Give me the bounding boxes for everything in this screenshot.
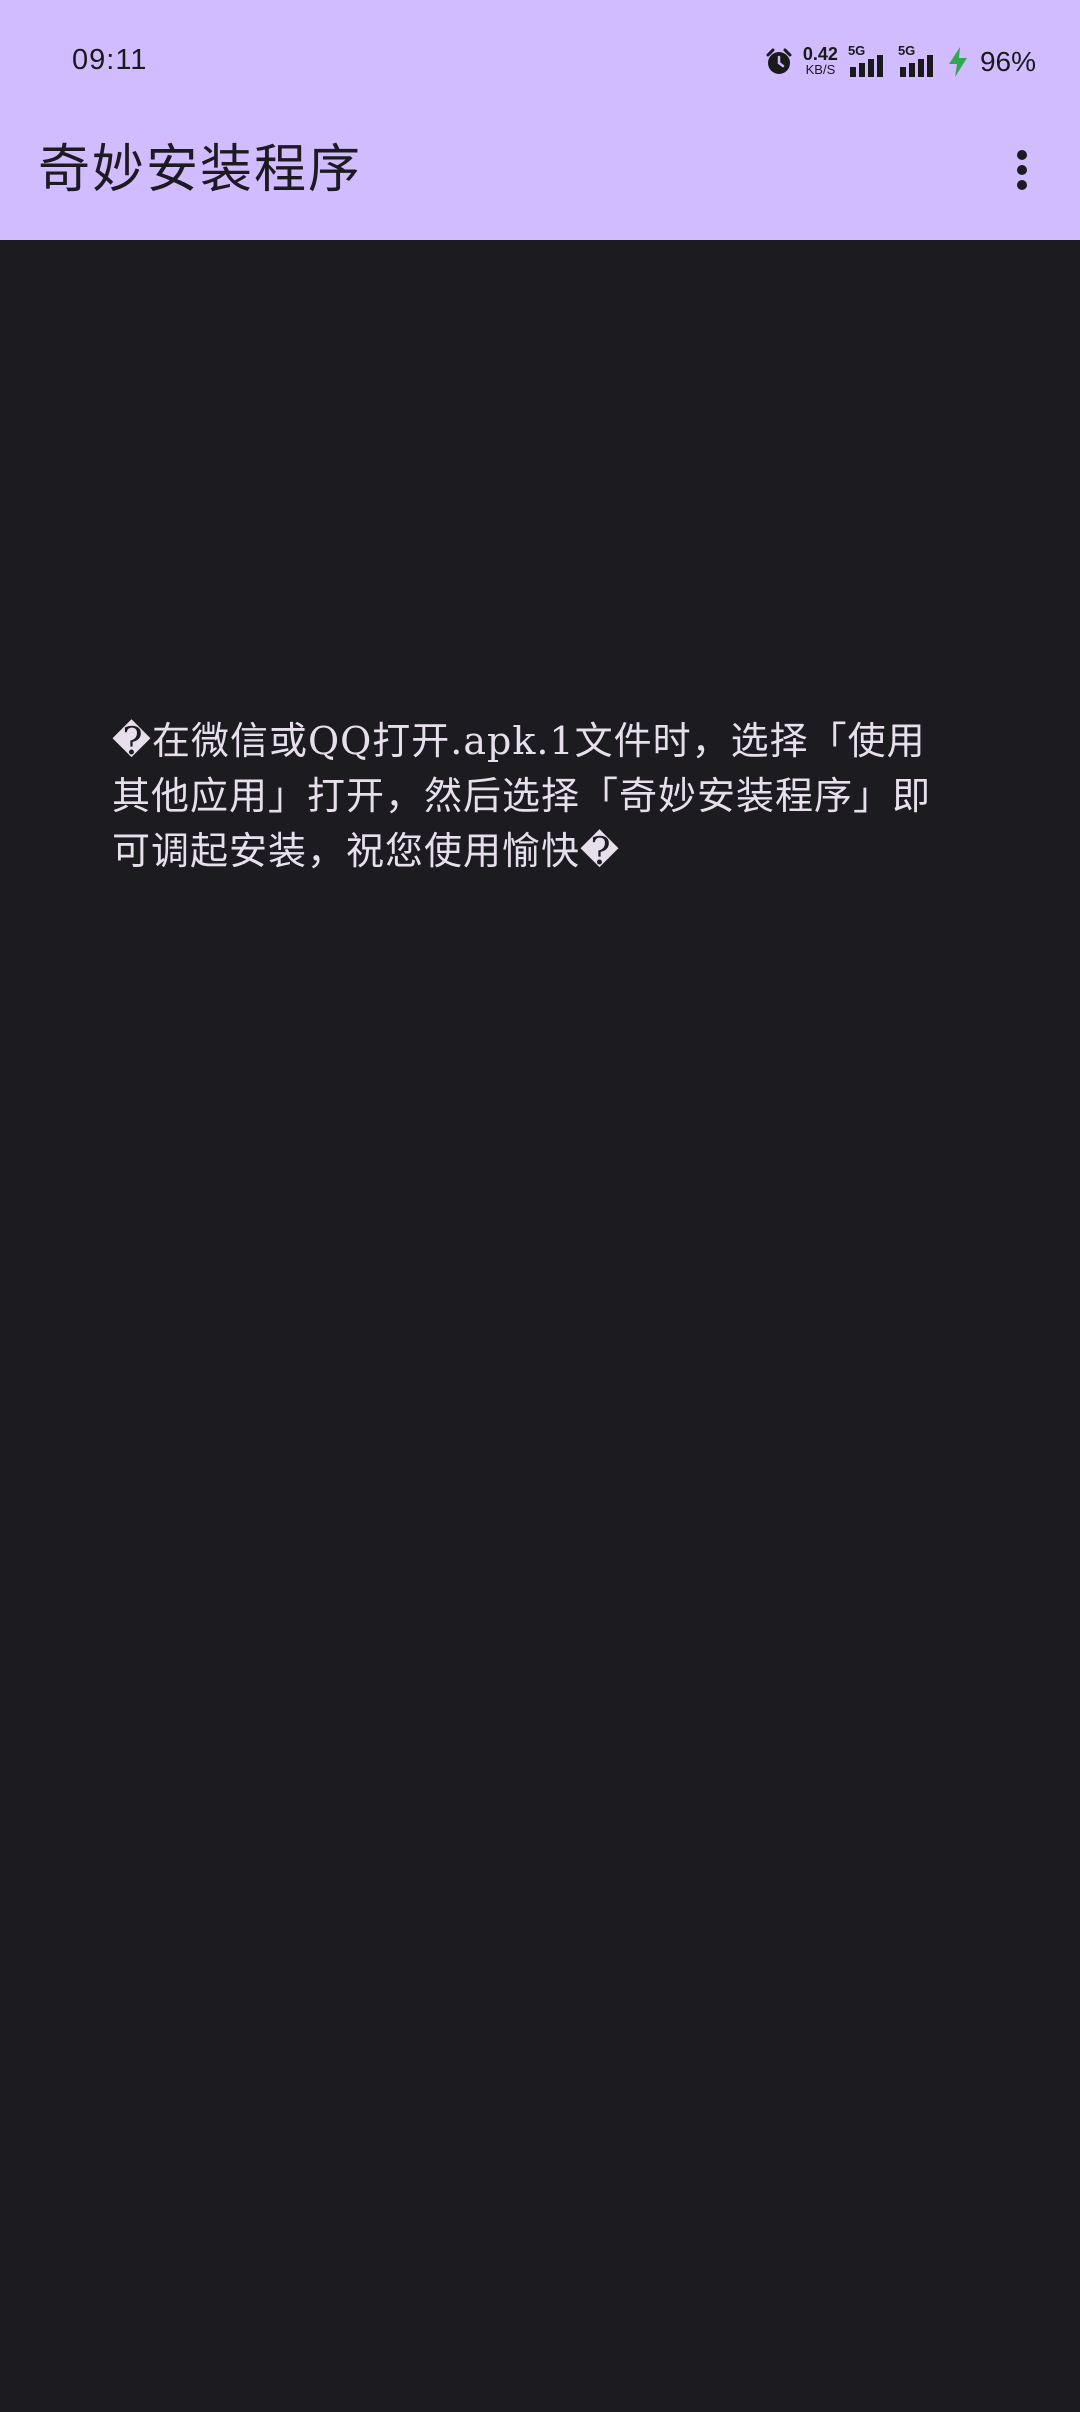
more-vert-icon	[1017, 150, 1027, 190]
signal-bars-icon	[849, 55, 883, 77]
status-icons: 0.42 KB/S 5G 5G 96%	[765, 40, 1036, 84]
status-bar: 09:11 0.42 KB/S 5G 5G 96%	[0, 0, 1080, 120]
signal-1: 5G	[848, 43, 888, 77]
signal-bars-icon	[899, 55, 933, 77]
charging-bolt-icon	[948, 47, 968, 77]
alarm-icon	[765, 48, 793, 76]
instruction-text: �在微信或QQ打开.apk.1文件时，选择「使用其他应用」打开，然后选择「奇妙安…	[112, 719, 932, 873]
battery-level: 96%	[979, 46, 1036, 77]
network-speed-unit: KB/S	[805, 62, 836, 77]
app-bar: 奇妙安装程序	[0, 120, 1080, 240]
network-speed: 0.42 KB/S	[802, 44, 838, 77]
app-title: 奇妙安装程序	[38, 140, 363, 200]
overflow-menu-button[interactable]	[986, 134, 1058, 206]
status-time: 09:11	[72, 44, 148, 76]
main-content	[0, 240, 1080, 2412]
network-speed-value: 0.42	[802, 44, 838, 64]
signal-2: 5G	[898, 43, 938, 77]
